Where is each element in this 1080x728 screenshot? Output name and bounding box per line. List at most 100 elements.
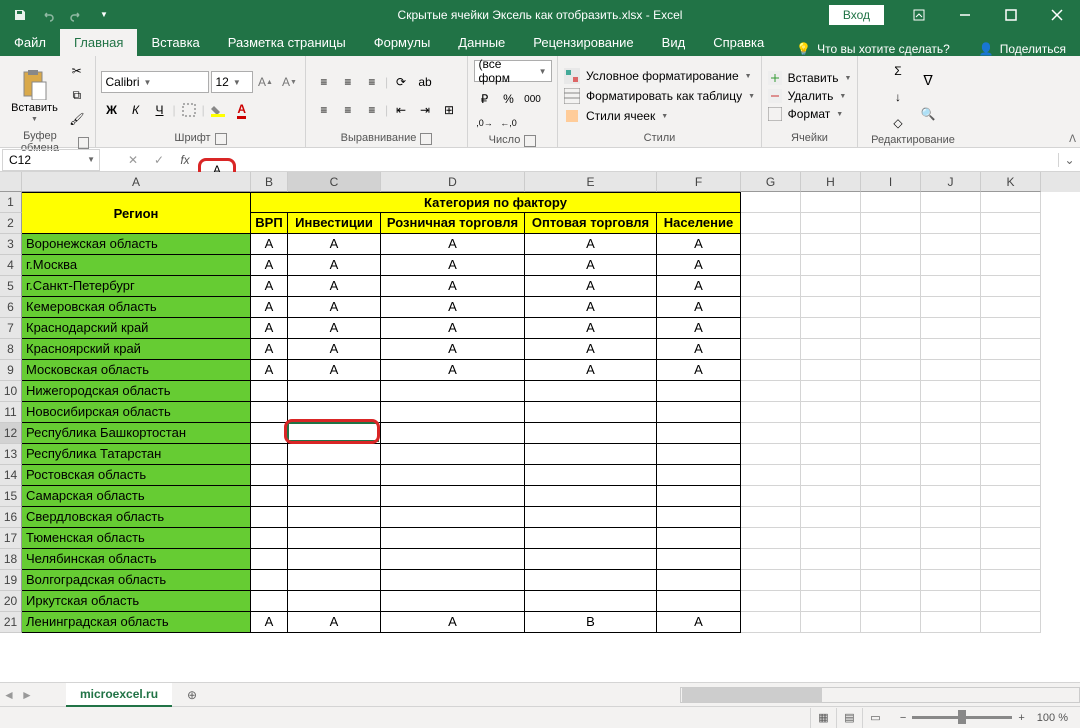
cell[interactable] [861,444,921,465]
cell[interactable] [657,381,741,402]
row-header[interactable]: 14 [0,465,22,486]
cell[interactable] [921,444,981,465]
cell[interactable] [921,234,981,255]
cell[interactable]: Население [657,213,741,234]
cell[interactable] [657,591,741,612]
tab-nav-next-icon[interactable]: ► [18,688,36,702]
row-header[interactable]: 2 [0,213,22,234]
cell[interactable] [801,297,861,318]
percent-icon[interactable]: % [498,88,520,110]
autosum-icon[interactable]: Σ [887,60,909,82]
cell[interactable]: Кемеровская область [22,297,251,318]
cell[interactable] [981,192,1041,213]
cell[interactable] [981,486,1041,507]
cell[interactable]: Ростовская область [22,465,251,486]
cell[interactable] [981,591,1041,612]
column-header[interactable]: I [861,172,921,192]
cell[interactable] [741,549,801,570]
cell[interactable] [801,213,861,234]
column-header[interactable]: C [288,172,381,192]
cell[interactable]: A [251,276,288,297]
cell[interactable]: Новосибирская область [22,402,251,423]
maximize-icon[interactable] [988,0,1034,29]
increase-indent-icon[interactable]: ⇥ [414,99,436,121]
collapse-ribbon-icon[interactable]: ᐱ [1069,134,1076,145]
cell[interactable]: Московская область [22,360,251,381]
cell[interactable] [741,423,801,444]
bold-button[interactable]: Ж [101,99,123,121]
cell[interactable]: г.Санкт-Петербург [22,276,251,297]
normal-view-icon[interactable]: ▦ [810,708,836,728]
cell[interactable] [525,486,657,507]
alignment-dialog-launcher[interactable] [420,133,432,145]
cell[interactable] [251,402,288,423]
column-header[interactable]: A [22,172,251,192]
number-dialog-launcher[interactable] [524,135,536,147]
cell[interactable] [381,444,525,465]
cell[interactable]: A [251,234,288,255]
column-header[interactable]: F [657,172,741,192]
cell[interactable]: A [288,360,381,381]
row-header[interactable]: 17 [0,528,22,549]
cell[interactable]: A [657,339,741,360]
cell[interactable] [741,213,801,234]
align-middle-icon[interactable]: ≡ [337,71,359,93]
zoom-in-icon[interactable]: + [1018,712,1024,724]
cell[interactable] [381,465,525,486]
cell[interactable] [861,213,921,234]
enter-formula-icon[interactable]: ✓ [146,149,172,171]
cell[interactable] [921,318,981,339]
cell[interactable] [657,465,741,486]
cell[interactable] [801,255,861,276]
cell[interactable] [381,570,525,591]
fill-icon[interactable]: ↓ [887,86,909,108]
cell[interactable] [801,234,861,255]
cell[interactable] [657,402,741,423]
cell[interactable] [861,465,921,486]
horizontal-scrollbar[interactable] [680,687,1080,703]
cell[interactable] [801,591,861,612]
name-box[interactable]: C12▼ [2,149,100,171]
cell[interactable]: A [251,339,288,360]
borders-icon[interactable] [178,99,200,121]
cell[interactable] [921,339,981,360]
cell[interactable] [741,465,801,486]
row-header[interactable]: 15 [0,486,22,507]
cell[interactable] [981,423,1041,444]
cell[interactable] [525,402,657,423]
cell[interactable]: A [657,276,741,297]
ribbon-options-icon[interactable] [896,0,942,29]
cell[interactable] [288,444,381,465]
cell[interactable] [251,423,288,444]
cell[interactable] [981,360,1041,381]
cell[interactable]: Оптовая торговля [525,213,657,234]
cell[interactable]: Челябинская область [22,549,251,570]
orientation-icon[interactable]: ⟳ [390,71,412,93]
sheet-tab[interactable]: microexcel.ru [66,683,172,707]
align-top-icon[interactable]: ≡ [313,71,335,93]
tab-review[interactable]: Рецензирование [519,29,647,56]
cell[interactable] [525,423,657,444]
cell[interactable] [381,507,525,528]
cell[interactable] [981,507,1041,528]
cell[interactable] [981,570,1041,591]
cell[interactable]: A [288,276,381,297]
cell[interactable] [251,486,288,507]
row-header[interactable]: 6 [0,297,22,318]
minimize-icon[interactable] [942,0,988,29]
row-header[interactable]: 7 [0,318,22,339]
cell[interactable] [741,444,801,465]
cell[interactable] [741,591,801,612]
italic-button[interactable]: К [125,99,147,121]
cell[interactable] [801,549,861,570]
cell[interactable] [801,381,861,402]
cell[interactable]: A [381,276,525,297]
cell[interactable] [921,192,981,213]
cell[interactable] [381,591,525,612]
cell[interactable]: A [288,612,381,633]
cell[interactable] [657,528,741,549]
row-header[interactable]: 16 [0,507,22,528]
cell[interactable] [801,276,861,297]
page-layout-view-icon[interactable]: ▤ [836,708,862,728]
cell[interactable]: Ленинградская область [22,612,251,633]
